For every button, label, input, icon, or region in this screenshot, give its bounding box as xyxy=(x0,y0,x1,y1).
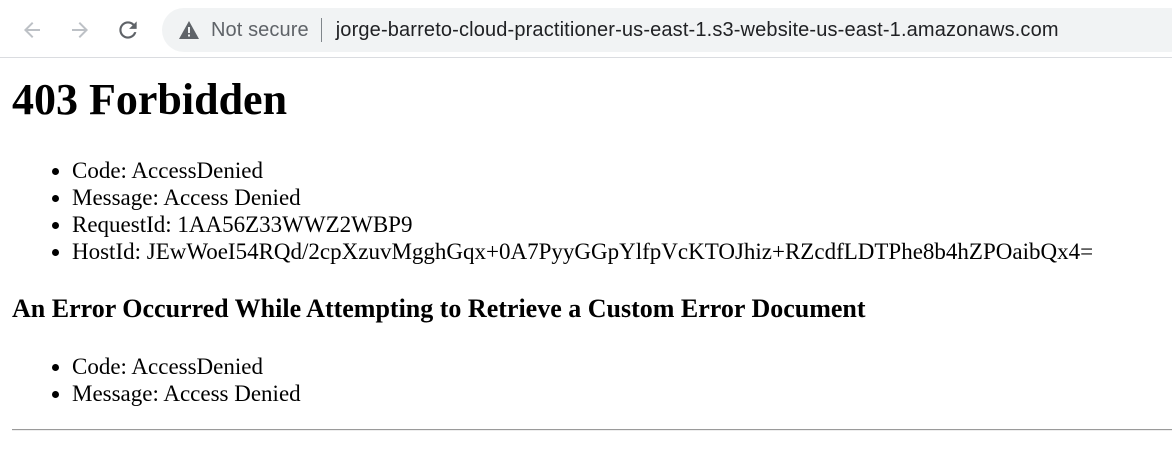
list-item: RequestId: 1AA56Z33WWZ2WBP9 xyxy=(72,211,1093,238)
reload-icon xyxy=(115,17,141,43)
error-detail-list: Code: AccessDenied Message: Access Denie… xyxy=(0,157,1093,265)
list-item: Message: Access Denied xyxy=(72,184,1093,211)
custom-error-heading: An Error Occurred While Attempting to Re… xyxy=(12,294,866,323)
address-bar-divider xyxy=(320,18,322,42)
url-text[interactable]: jorge-barreto-cloud-practitioner-us-east… xyxy=(336,19,1059,42)
security-status-label[interactable]: Not secure xyxy=(211,19,309,42)
list-item: Message: Access Denied xyxy=(72,380,301,407)
page-title: 403 Forbidden xyxy=(12,75,288,124)
horizontal-rule xyxy=(12,429,1172,431)
list-item: Code: AccessDenied xyxy=(72,157,1093,184)
forward-arrow-icon xyxy=(68,18,92,42)
list-item: Code: AccessDenied xyxy=(72,353,301,380)
warning-triangle-icon[interactable] xyxy=(179,20,199,40)
back-arrow-icon xyxy=(20,18,44,42)
page-content: 403 Forbidden Code: AccessDenied Message… xyxy=(0,58,1172,455)
list-item: HostId: JEwWoeI54RQd/2cpXzuvMgghGqx+0A7P… xyxy=(72,238,1093,265)
reload-button[interactable] xyxy=(112,14,144,46)
forward-button[interactable] xyxy=(64,14,96,46)
back-button[interactable] xyxy=(16,14,48,46)
browser-toolbar: Not secure jorge-barreto-cloud-practitio… xyxy=(0,0,1172,58)
custom-error-detail-list: Code: AccessDenied Message: Access Denie… xyxy=(0,353,301,407)
address-bar[interactable]: Not secure jorge-barreto-cloud-practitio… xyxy=(162,8,1172,52)
